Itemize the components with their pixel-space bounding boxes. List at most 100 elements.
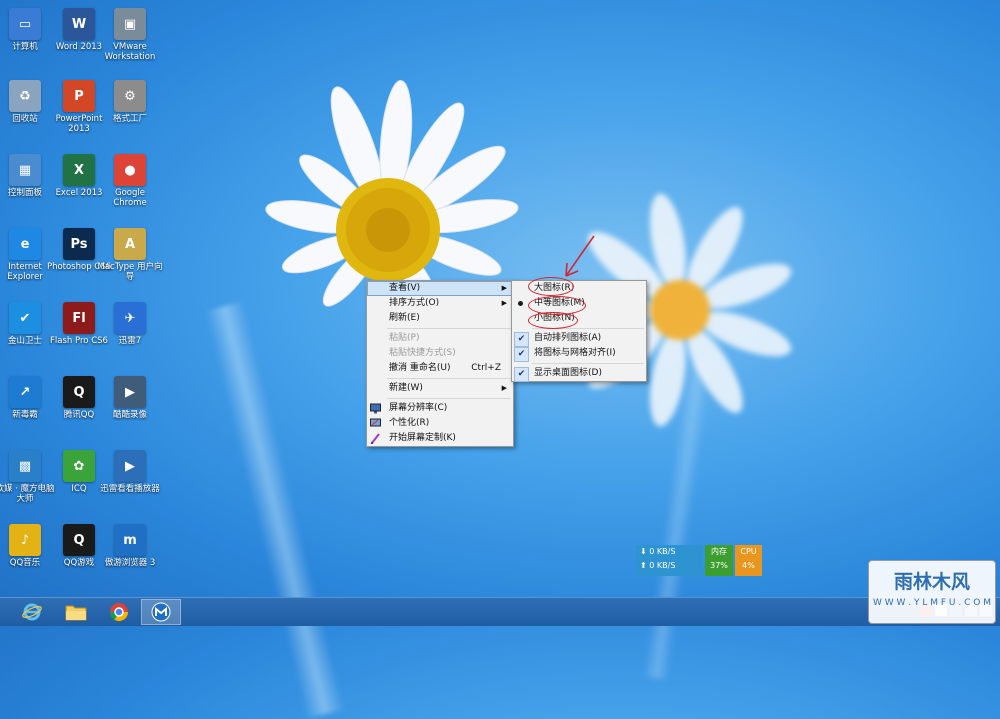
desktop-icon-maxthon[interactable]: m 傲游浏览器 3 xyxy=(97,524,163,568)
menu-item-undo-rename[interactable]: 撤消 重命名(U) Ctrl+Z xyxy=(367,361,513,376)
chrome-icon xyxy=(110,603,128,622)
menu-item-personalize-label: 个性化(R) xyxy=(389,418,430,428)
menu-item-paste-shortcut-label: 粘贴快捷方式(S) xyxy=(389,348,456,358)
desktop-icon-mactype[interactable]: A MacType 用户向导 xyxy=(97,228,163,282)
desktop-icon-kuku[interactable]: ▶ 酷酷录像 xyxy=(97,376,163,420)
taskbar-chrome-button[interactable] xyxy=(99,599,139,625)
qq-music-icon: ♪ xyxy=(9,524,41,556)
menu-item-align-grid[interactable]: ✔ 将图标与网格对齐(I) xyxy=(512,346,646,362)
maxthon-icon xyxy=(151,602,171,622)
watermark-title: 雨林木风 xyxy=(893,571,970,593)
taskbar-explorer-button[interactable] xyxy=(56,599,96,625)
maxthon-icon: m xyxy=(114,524,146,556)
control-panel-icon: ▦ xyxy=(9,154,41,186)
desktop-icon-label: Google Chrome xyxy=(113,188,147,208)
menu-item-undo-label: 撤消 重命名(U) xyxy=(389,363,451,373)
upload-speed: ⬆ 0 KB/S xyxy=(636,559,703,573)
menu-item-start-screen[interactable]: 开始屏幕定制(K) xyxy=(367,431,513,446)
menu-item-new-label: 新建(W) xyxy=(389,383,423,393)
desktop-icon-chrome[interactable]: ● Google Chrome xyxy=(97,154,163,208)
menu-item-personalize[interactable]: 个性化(R) xyxy=(367,416,513,431)
xinduba-icon: ↗ xyxy=(9,376,41,408)
menu-item-screen-resolution[interactable]: 屏幕分辨率(C) xyxy=(367,401,513,416)
xunlei-player-icon: ▶ xyxy=(114,450,146,482)
recycle-bin-icon: ♻ xyxy=(9,80,41,112)
menu-item-new[interactable]: 新建(W) ▶ xyxy=(367,381,513,396)
menu-separator xyxy=(387,398,511,399)
watermark-url: W W W . Y L M F U . C O M xyxy=(873,598,991,608)
submenu-arrow-icon: ▶ xyxy=(501,284,507,292)
menu-item-view[interactable]: 查看(V) ▶ xyxy=(367,281,513,296)
brush-icon xyxy=(370,433,380,444)
cpu-label: CPU xyxy=(740,547,757,556)
desktop-icon-label: 迅雷看看播放器 xyxy=(100,484,160,494)
checkmark-icon: ✔ xyxy=(514,367,529,382)
qq-icon: Q xyxy=(63,376,95,408)
checkmark-icon: ✔ xyxy=(514,347,529,362)
kingsoft-guard-icon: ✔ xyxy=(9,302,41,334)
menu-item-show-desktop-icons-label: 显示桌面图标(D) xyxy=(534,368,602,378)
desktop-icon-label: 迅雷7 xyxy=(118,336,142,346)
ie-icon xyxy=(22,603,42,621)
taskbar-ie-button[interactable] xyxy=(12,599,52,625)
excel-icon: X xyxy=(63,154,95,186)
cpu-panel: CPU 4% xyxy=(735,545,762,576)
desktop-context-menu: 查看(V) ▶ 排序方式(O) ▶ 刷新(E) 粘贴(P) 粘贴快捷方式(S) 撤消… xyxy=(366,280,514,447)
personalize-icon xyxy=(370,418,381,427)
monitor-icon xyxy=(370,403,381,414)
flash-icon: Fl xyxy=(63,302,95,334)
menu-item-paste-shortcut: 粘贴快捷方式(S) xyxy=(367,346,513,361)
watermark-logo: 雨林木风 W W W . Y L M F U . C O M xyxy=(868,560,996,624)
desktop-icon-label: 格式工厂 xyxy=(112,114,147,124)
memory-label: 内存 xyxy=(711,547,727,556)
download-speed-value: 0 KB/S xyxy=(649,547,676,556)
menu-separator xyxy=(387,328,511,329)
taskbar xyxy=(0,597,1000,626)
desktop-icon-label: MacType 用户向导 xyxy=(97,262,163,282)
icq-icon: ✿ xyxy=(63,450,95,482)
desktop-icon-xunlei-player[interactable]: ▶ 迅雷看看播放器 xyxy=(97,450,163,494)
xunlei-icon: ✈ xyxy=(114,302,146,334)
desktop-icon-format-factory[interactable]: ⚙ 格式工厂 xyxy=(97,80,163,124)
download-arrow-icon: ⬇ xyxy=(640,547,650,556)
powerpoint-icon: P xyxy=(63,80,95,112)
folder-icon xyxy=(65,605,87,621)
net-speed-panel: ⬇ 0 KB/S ⬆ 0 KB/S xyxy=(636,545,703,576)
menu-item-sort-label: 排序方式(O) xyxy=(389,298,440,308)
menu-item-paste-label: 粘贴(P) xyxy=(389,333,420,343)
upload-speed-value: 0 KB/S xyxy=(649,561,676,570)
menu-item-auto-arrange-label: 自动排列图标(A) xyxy=(534,333,602,343)
memory-value: 37% xyxy=(710,561,728,570)
desktop-icon-label: VMware Workstation xyxy=(104,42,156,62)
menu-item-paste: 粘贴(P) xyxy=(367,331,513,346)
desktop-icon-xunlei[interactable]: ✈ 迅雷7 xyxy=(97,302,163,346)
computer-icon: ▭ xyxy=(9,8,41,40)
menu-item-refresh-label: 刷新(E) xyxy=(389,313,420,323)
format-factory-icon: ⚙ xyxy=(114,80,146,112)
photoshop-icon: Ps xyxy=(63,228,95,260)
wallpaper-stem xyxy=(204,301,346,719)
checkmark-icon: ✔ xyxy=(514,332,529,347)
menu-item-refresh[interactable]: 刷新(E) xyxy=(367,311,513,326)
menu-item-start-screen-label: 开始屏幕定制(K) xyxy=(389,433,456,443)
desktop-icon-vmware[interactable]: ▣ VMware Workstation xyxy=(97,8,163,62)
annotation-circle-small xyxy=(528,312,578,329)
menu-separator xyxy=(387,378,511,379)
submenu-arrow-icon: ▶ xyxy=(501,299,507,307)
cpu-value: 4% xyxy=(742,561,755,570)
taskbar-maxthon-button[interactable] xyxy=(141,599,181,625)
chrome-icon: ● xyxy=(114,154,146,186)
download-speed: ⬇ 0 KB/S xyxy=(636,545,703,559)
menu-item-sort[interactable]: 排序方式(O) ▶ xyxy=(367,296,513,311)
qq-game-icon: Q xyxy=(63,524,95,556)
menu-item-auto-arrange[interactable]: ✔ 自动排列图标(A) xyxy=(512,331,646,347)
menu-item-show-desktop-icons[interactable]: ✔ 显示桌面图标(D) xyxy=(512,366,646,382)
kuku-icon: ▶ xyxy=(114,376,146,408)
annotation-arrow-icon xyxy=(565,235,595,277)
radio-selected-icon xyxy=(518,301,523,306)
net-speed-widget[interactable]: ⬇ 0 KB/S ⬆ 0 KB/S 内存 37% CPU 4% xyxy=(636,545,762,576)
desktop-icon-label: 傲游浏览器 3 xyxy=(104,558,156,568)
menu-separator xyxy=(532,363,644,364)
menu-item-undo-shortcut: Ctrl+Z xyxy=(471,363,501,373)
mactype-icon: A xyxy=(114,228,146,260)
